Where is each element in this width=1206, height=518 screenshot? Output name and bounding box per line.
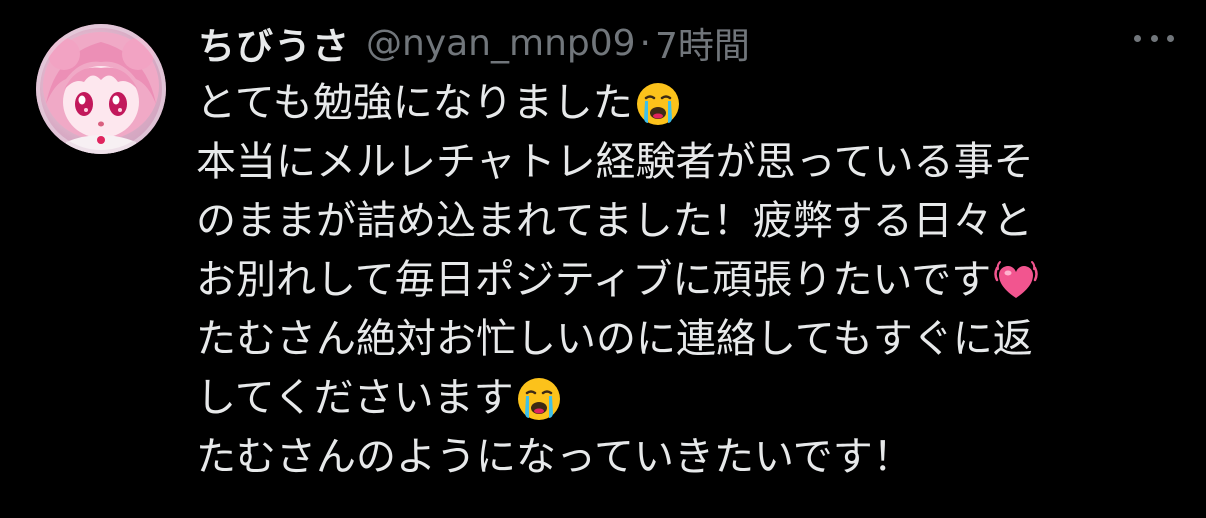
avatar[interactable] <box>36 24 166 154</box>
tweet-line: とても勉強になりました <box>196 74 1176 133</box>
tweet-line-text: とても勉強になりました <box>196 80 633 126</box>
author-handle[interactable]: @nyan_mnp09 <box>366 23 636 64</box>
tweet-line: してくださいます <box>196 369 1176 428</box>
tweet-text: とても勉強になりました 本当にメルレチャトレ経験者が思っている事そ のままが詰め… <box>196 74 1176 487</box>
loudly-crying-face-icon <box>635 81 681 127</box>
more-dot <box>1167 34 1174 42</box>
tweet-line-text: 本当にメルレチャトレ経験者が思っている事そ <box>196 139 1034 185</box>
author-display-name[interactable]: ちびうさ <box>198 16 350 70</box>
tweet-line: たむさんのようになっていきたいです！ <box>196 428 1176 487</box>
more-dot <box>1150 34 1158 42</box>
tweet-timestamp[interactable]: 7時間 <box>655 17 750 69</box>
tweet-header: ちびうさ @nyan_mnp09 · 7時間 <box>198 16 750 70</box>
header-separator: · <box>639 22 651 64</box>
tweet-line: 本当にメルレチャトレ経験者が思っている事そ <box>196 133 1176 192</box>
beating-heart-icon <box>993 258 1039 304</box>
tweet-card: ちびうさ @nyan_mnp09 · 7時間 とても勉強になりました 本当にメル… <box>0 0 1206 518</box>
tweet-line: たむさん絶対お忙しいのに連絡してもすぐに返 <box>196 310 1176 369</box>
tweet-line-text: たむさんのようになっていきたいです！ <box>196 434 913 480</box>
more-dot <box>1134 34 1141 42</box>
loudly-crying-face-icon <box>516 376 562 422</box>
tweet-line: お別れして毎日ポジティブに頑張りたいです <box>196 251 1176 310</box>
more-horizontal-icon[interactable] <box>1134 26 1174 50</box>
tweet-line-text: のままが詰め込まれてました！疲弊する日々と <box>196 198 1033 244</box>
tweet-line-text: お別れして毎日ポジティブに頑張りたいです <box>196 257 992 303</box>
tweet-line-text: たむさん絶対お忙しいのに連絡してもすぐに返 <box>196 316 1033 362</box>
tweet-line: のままが詰め込まれてました！疲弊する日々と <box>196 192 1176 251</box>
avatar-image <box>36 24 166 154</box>
tweet-line-text: してくださいます <box>196 375 514 421</box>
